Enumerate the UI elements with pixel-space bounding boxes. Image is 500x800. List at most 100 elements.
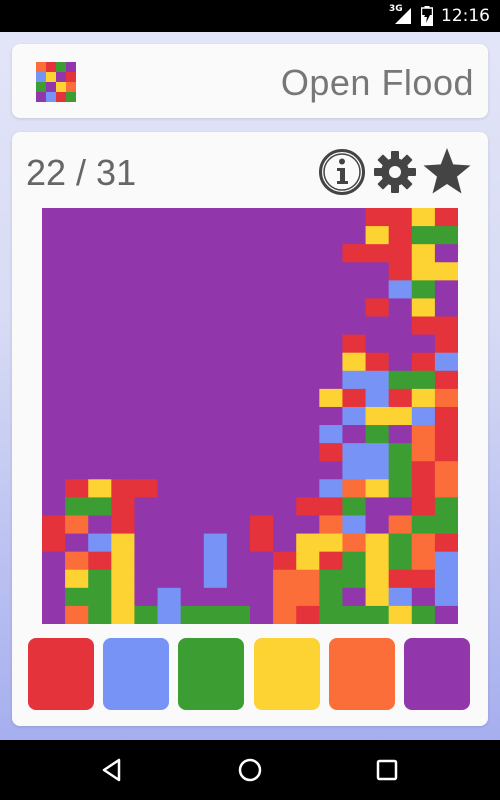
logo-tile [36, 92, 46, 102]
board-cell [203, 208, 228, 227]
board-cell [365, 316, 390, 336]
board-cell [42, 280, 66, 299]
board-cell [111, 425, 135, 444]
board-cell [111, 515, 135, 534]
info-icon[interactable] [318, 148, 366, 196]
board-cell [296, 298, 320, 317]
board-cell [42, 551, 66, 571]
board-cell [411, 479, 436, 498]
board-cell [342, 262, 366, 281]
board-cell [296, 497, 320, 516]
logo-tile [66, 72, 76, 82]
board-cell [226, 226, 251, 245]
board-cell [342, 461, 366, 480]
color-button-blue[interactable] [103, 638, 170, 710]
board-cell [65, 406, 89, 426]
board-cell [157, 461, 182, 480]
board-cell [180, 406, 205, 426]
board-cell [65, 443, 89, 462]
board-cell [365, 352, 390, 372]
board-cell [296, 406, 320, 426]
board-cell [411, 316, 436, 336]
board-cell [434, 551, 458, 571]
board-cell [65, 226, 89, 245]
board-cell [342, 605, 366, 624]
board-cell [342, 370, 366, 390]
board-cell [388, 334, 413, 354]
board-cell [273, 298, 297, 317]
board-cell [319, 497, 343, 516]
board-cell [365, 226, 390, 245]
board-cell [42, 569, 66, 589]
board-cell [365, 497, 390, 516]
status-time: 12:16 [441, 6, 490, 26]
board-cell [365, 569, 390, 589]
board-cell [250, 515, 274, 534]
board-cell [319, 551, 343, 571]
color-button-red[interactable] [28, 638, 94, 710]
recents-icon[interactable] [373, 756, 401, 784]
board-cell [250, 533, 274, 553]
board-cell [42, 443, 66, 462]
board-cell [273, 533, 297, 553]
board-cell [365, 605, 390, 624]
logo-tile [56, 82, 66, 92]
logo-tile [46, 62, 56, 72]
color-button-yellow[interactable] [253, 638, 320, 710]
board-cell [411, 533, 436, 553]
board-grid[interactable] [42, 208, 458, 624]
color-button-purple[interactable] [404, 638, 470, 710]
logo-tile [46, 82, 56, 92]
board-cell [65, 551, 89, 571]
board-cell [388, 406, 413, 426]
board-cell [388, 370, 413, 390]
board-cell [388, 461, 413, 480]
board-cell [88, 244, 112, 263]
board-cell [88, 406, 112, 426]
board-cell [134, 587, 158, 607]
board-cell [65, 461, 89, 480]
board-cell [134, 533, 158, 553]
board-cell [319, 569, 343, 589]
color-button-orange[interactable] [328, 638, 395, 710]
board-cell [88, 425, 112, 444]
board-cell [296, 587, 320, 607]
board-cell [250, 388, 274, 408]
board-cell [411, 388, 436, 408]
board-cell [342, 334, 366, 354]
board-cell [134, 605, 158, 624]
back-icon[interactable] [99, 756, 127, 784]
color-button-green[interactable] [178, 638, 245, 710]
board-cell [296, 461, 320, 480]
board-cell [319, 316, 343, 336]
board-cell [157, 425, 182, 444]
star-icon[interactable] [422, 146, 472, 196]
board-cell [42, 334, 66, 354]
moves-counter: 22 / 31 [26, 152, 137, 193]
board-cell [342, 425, 366, 444]
board-cell [157, 370, 182, 390]
logo-tile [36, 72, 46, 82]
signal-icon: 3G [389, 4, 413, 26]
game-board[interactable] [42, 208, 458, 624]
board-cell [111, 533, 135, 553]
gear-icon[interactable] [373, 150, 417, 194]
logo-tile [56, 62, 66, 72]
board-cell [134, 443, 158, 462]
board-cell [88, 497, 112, 516]
board-cell [434, 443, 458, 462]
board-cell [411, 497, 436, 516]
board-cell [157, 334, 182, 354]
board-cell [65, 388, 89, 408]
board-cell [157, 208, 182, 227]
board-cell [434, 280, 458, 299]
board-cell [111, 208, 135, 227]
board-cell [157, 605, 182, 624]
board-cell [134, 316, 158, 336]
board-cell [296, 388, 320, 408]
board-cell [180, 425, 205, 444]
board-cell [411, 226, 436, 245]
board-cell [365, 533, 390, 553]
board-cell [273, 515, 297, 534]
home-icon[interactable] [236, 756, 264, 784]
